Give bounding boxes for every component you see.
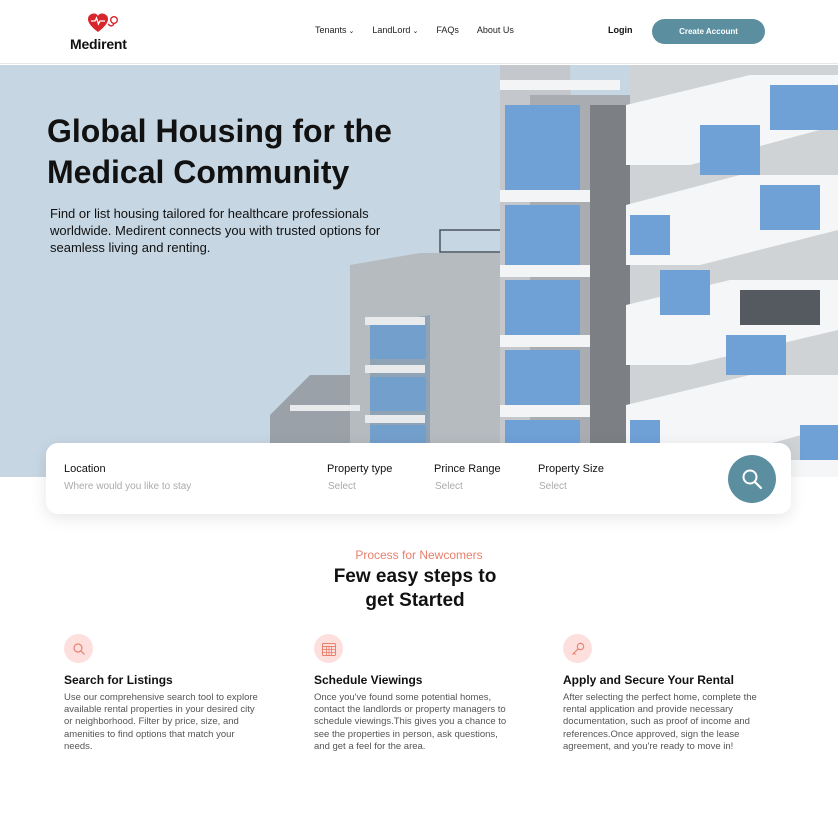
step-schedule-viewings: Schedule Viewings Once you've found some… — [314, 634, 514, 753]
main-nav: Tenants ⌄ LandLord ⌄ FAQs About Us — [315, 25, 532, 35]
process-title: Few easy steps to get Started — [0, 565, 830, 613]
property-type-value: Select — [328, 481, 356, 492]
nav-faqs[interactable]: FAQs — [436, 25, 459, 35]
process-title-line-2: get Started — [365, 590, 465, 611]
property-type-select[interactable]: Property type Select — [327, 463, 392, 492]
hero-section: Global Housing for the Medical Community… — [0, 65, 838, 477]
search-icon — [742, 469, 763, 490]
step-apply-secure: Apply and Secure Your Rental After selec… — [563, 634, 763, 753]
property-size-select[interactable]: Property Size Select — [538, 463, 604, 492]
step-title: Search for Listings — [64, 673, 173, 687]
property-search-bar: Location Property type Select Prince Ran… — [46, 443, 791, 514]
hero-title-line-2: Medical Community — [47, 154, 350, 190]
site-header: Medirent Tenants ⌄ LandLord ⌄ FAQs About U… — [0, 0, 838, 64]
location-field[interactable]: Location — [64, 463, 264, 494]
property-size-value: Select — [539, 481, 567, 492]
location-label: Location — [64, 463, 106, 475]
property-size-label: Property Size — [538, 463, 605, 475]
step-icon-badge — [314, 634, 343, 663]
hero-description: Find or list housing tailored for health… — [50, 206, 381, 255]
step-icon-badge — [563, 634, 592, 663]
chevron-down-icon: ⌄ — [412, 28, 419, 35]
price-range-select[interactable]: Prince Range Select — [434, 463, 501, 492]
step-title: Schedule Viewings — [314, 673, 423, 687]
step-icon-badge — [64, 634, 93, 663]
nav-about-us[interactable]: About Us — [477, 25, 514, 35]
nav-tenants[interactable]: Tenants ⌄ — [315, 25, 354, 35]
step-description: Once you've found some potential homes, … — [314, 692, 507, 752]
search-icon — [72, 642, 85, 655]
nav-landlord-label: LandLord — [372, 25, 411, 35]
key-icon — [571, 642, 584, 655]
calendar-icon — [321, 642, 336, 656]
process-title-line-1: Few easy steps to — [333, 566, 497, 587]
process-subtitle: Process for Newcomers — [355, 548, 483, 562]
step-title: Apply and Secure Your Rental — [563, 673, 734, 687]
brand-name: Medirent — [70, 36, 127, 52]
price-range-label: Prince Range — [434, 463, 501, 475]
property-type-label: Property type — [327, 463, 393, 475]
step-description: Use our comprehensive search tool to exp… — [64, 692, 258, 752]
create-account-button[interactable]: Create Account — [652, 19, 765, 44]
location-input[interactable] — [64, 481, 264, 492]
nav-landlord[interactable]: LandLord ⌄ — [372, 25, 418, 35]
step-description: After selecting the perfect home, comple… — [563, 692, 757, 752]
hero-title-line-1: Global Housing for the — [47, 113, 392, 149]
chevron-down-icon: ⌄ — [348, 28, 355, 35]
login-link[interactable]: Login — [608, 25, 633, 35]
search-button[interactable] — [728, 455, 776, 503]
medirent-logo[interactable]: Medirent — [68, 12, 138, 52]
nav-tenants-label: Tenants — [315, 25, 347, 35]
step-search-listings: Search for Listings Use our comprehensiv… — [64, 634, 264, 753]
price-range-value: Select — [435, 481, 463, 492]
hero-title: Global Housing for the Medical Community — [47, 111, 467, 193]
heart-stethoscope-icon — [88, 13, 119, 32]
